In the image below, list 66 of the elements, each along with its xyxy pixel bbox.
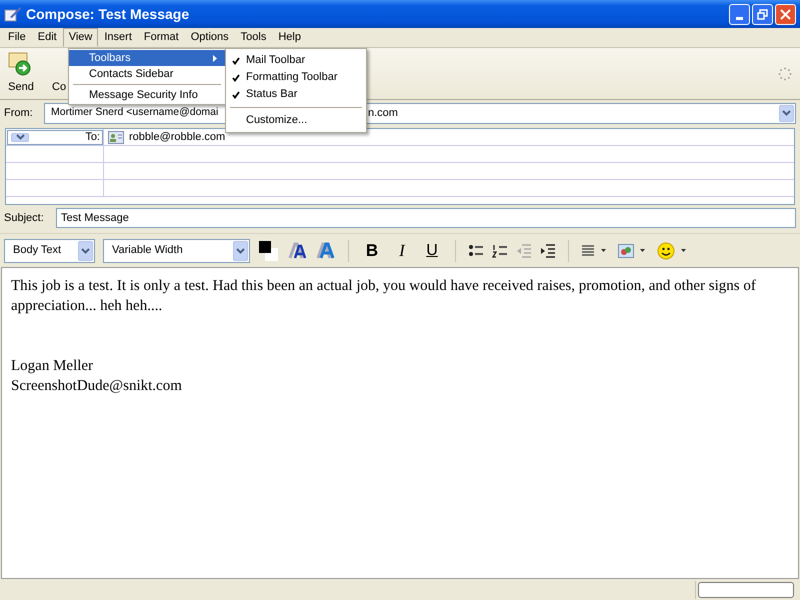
menu-item[interactable]: Insert bbox=[98, 28, 138, 47]
caret-icon bbox=[601, 249, 606, 252]
check-icon bbox=[232, 90, 240, 98]
signature-line: Logan Meller bbox=[11, 357, 94, 376]
dropdown-button[interactable] bbox=[233, 240, 248, 260]
menu-item[interactable]: Options bbox=[184, 28, 235, 47]
align-button[interactable] bbox=[581, 244, 606, 256]
menu-item[interactable]: Format bbox=[138, 28, 185, 47]
font-select[interactable]: Variable Width bbox=[103, 238, 250, 262]
subject-field[interactable]: Test Message bbox=[56, 208, 796, 228]
chevron-down-icon bbox=[236, 248, 245, 254]
menu-entry[interactable]: Message Security Info bbox=[69, 87, 225, 103]
numbered-list-icon[interactable] bbox=[492, 244, 508, 258]
menu-item[interactable]: File bbox=[2, 28, 32, 47]
toolbar-button[interactable]: Send bbox=[4, 51, 38, 96]
format-button[interactable]: I bbox=[391, 240, 413, 262]
dropdown-button[interactable] bbox=[78, 240, 93, 260]
format-button[interactable]: U bbox=[421, 240, 443, 262]
image-icon bbox=[618, 244, 634, 258]
pen-paper-icon bbox=[4, 6, 22, 22]
align-icon bbox=[581, 244, 595, 256]
menu-entry[interactable]: Contacts Sidebar bbox=[69, 66, 225, 82]
bulleted-list-icon[interactable] bbox=[468, 244, 484, 258]
caret-icon bbox=[640, 249, 645, 252]
throbber-icon bbox=[778, 66, 792, 80]
menu-entry[interactable]: Mail Toolbar bbox=[226, 52, 366, 69]
check-icon bbox=[232, 56, 240, 64]
close-icon bbox=[780, 8, 791, 20]
window-title: Compose: Test Message bbox=[26, 4, 190, 24]
paragraph-style-select[interactable]: Body Text bbox=[4, 238, 95, 262]
smiley-button[interactable] bbox=[657, 242, 686, 260]
menu-item[interactable]: View bbox=[62, 28, 98, 47]
insert-image-button[interactable] bbox=[618, 244, 645, 258]
menu-item[interactable]: Edit bbox=[32, 28, 63, 47]
message-body[interactable]: This job is a test. It is only a test. Had this been an actual job, you would have received raises, promotion, and other signs of appreciation... heh heh.... Logan Meller ScreenshotDude@snikt.com bbox=[1, 267, 799, 579]
dropdown-button[interactable] bbox=[779, 104, 794, 122]
menu-entry[interactable]: Status Bar bbox=[226, 86, 366, 103]
menu-entry[interactable]: Toolbars bbox=[69, 50, 225, 66]
recipient-address[interactable]: robble@robble.com bbox=[129, 128, 226, 146]
submenu-arrow-icon bbox=[213, 54, 217, 62]
contact-card-icon bbox=[108, 130, 124, 144]
format-button[interactable]: B bbox=[361, 240, 383, 262]
chevron-down-icon bbox=[782, 110, 791, 116]
message-paragraph: This job is a test. It is only a test. Had this been an actual job, you would have received raises, promotion, and other signs of appreciation... heh heh.... bbox=[11, 277, 757, 316]
subject-label: Subject: bbox=[4, 210, 45, 226]
menu-item[interactable]: Tools bbox=[234, 28, 272, 47]
signature-line: ScreenshotDude@snikt.com bbox=[11, 377, 183, 396]
minimize-button[interactable] bbox=[729, 4, 750, 24]
chevron-down-icon bbox=[16, 134, 24, 140]
chevron-down-icon bbox=[81, 248, 90, 254]
menu-item[interactable]: Help bbox=[272, 28, 307, 47]
from-label: From: bbox=[4, 106, 34, 121]
toolbar-button[interactable]: Co bbox=[48, 51, 70, 96]
close-button[interactable] bbox=[775, 4, 796, 24]
recipient-type-select[interactable]: To: bbox=[7, 130, 103, 144]
check-icon bbox=[232, 74, 240, 82]
restore-button[interactable] bbox=[752, 4, 773, 24]
text-color-icon[interactable] bbox=[258, 240, 280, 262]
smiley-icon bbox=[657, 242, 675, 260]
menu-entry[interactable]: Formatting Toolbar bbox=[226, 69, 366, 86]
smaller-font-icon[interactable] bbox=[288, 242, 308, 260]
larger-font-icon[interactable] bbox=[316, 242, 336, 260]
restore-icon bbox=[757, 8, 768, 20]
indent-icon[interactable] bbox=[540, 244, 556, 258]
caret-icon bbox=[681, 249, 686, 252]
dropdown-button[interactable] bbox=[11, 132, 29, 142]
